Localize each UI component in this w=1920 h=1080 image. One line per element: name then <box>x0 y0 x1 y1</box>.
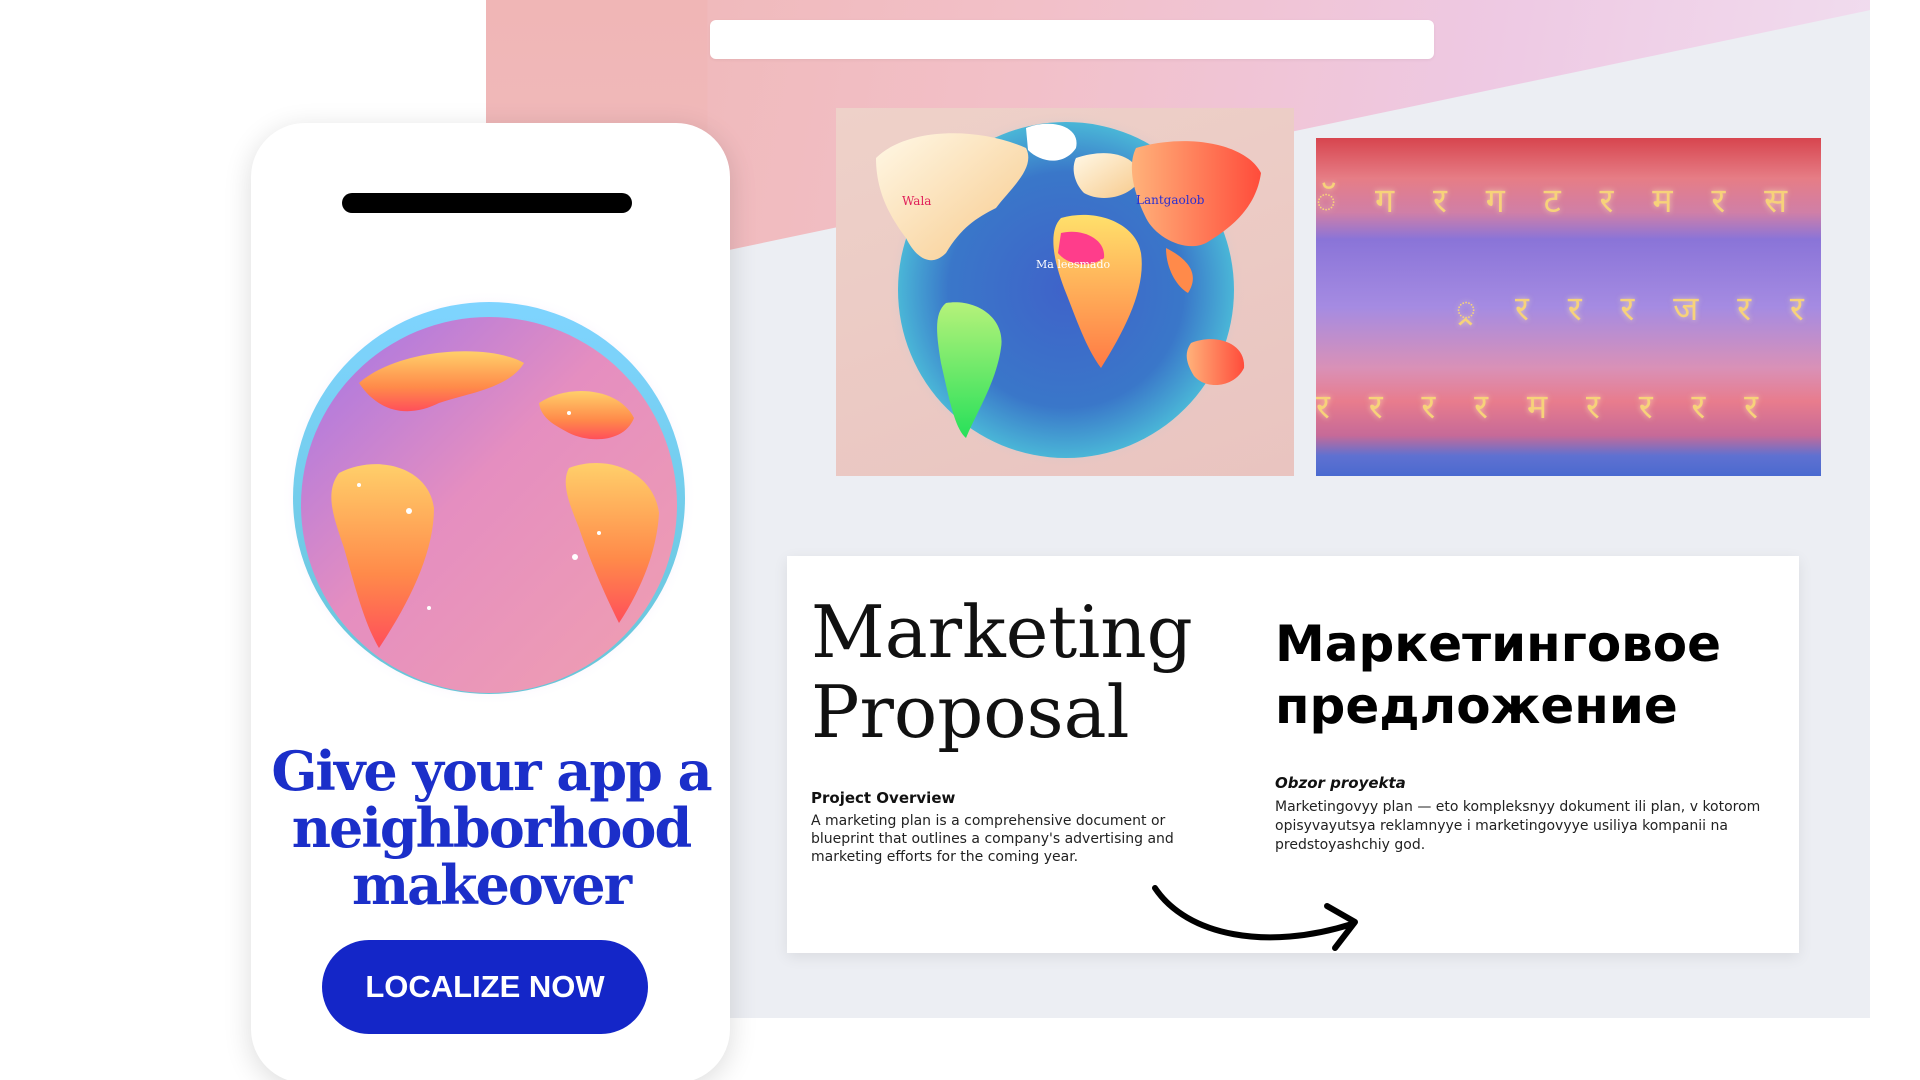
section-heading-translated: Obzor proyekta <box>1275 774 1406 792</box>
curved-arrow-icon <box>1152 885 1358 951</box>
document-title-russian: Маркетинговое предложение <box>1275 615 1722 735</box>
address-bar[interactable] <box>710 20 1434 59</box>
promo-composition: Wala Lantgaolob Ma leesmado ॅ ग र ग ट र … <box>0 0 1920 1080</box>
section-body-english: A marketing plan is a comprehensive docu… <box>811 813 1174 865</box>
world-map-illustration: Wala Lantgaolob Ma leesmado <box>876 112 1261 468</box>
globe-illustration <box>281 293 697 706</box>
marketing-proposal-card: Marketing Proposal Маркетинговое предлож… <box>787 556 1799 953</box>
phone-mockup: Give your app a neighborhood makeover LO… <box>251 123 730 1080</box>
section-heading-english: Project Overview <box>811 789 956 807</box>
localize-now-button[interactable]: LOCALIZE NOW <box>322 940 648 1034</box>
map-label: Wala <box>902 194 931 208</box>
script-glyphs-card: ॅ ग र ग ट र म र स ्र र र र ज र र र र र र… <box>1316 138 1821 476</box>
map-label: Lantgaolob <box>1136 193 1205 207</box>
glyph-row: र र र र म र र र र <box>1316 387 1773 427</box>
glyph-row: ॅ ग र ग ट र म र स <box>1316 181 1802 221</box>
phone-notch <box>342 193 632 213</box>
world-map-card: Wala Lantgaolob Ma leesmado <box>836 108 1294 476</box>
map-label: Ma leesmado <box>1036 258 1111 271</box>
glyph-row: ्र र र र ज र र <box>1456 289 1818 329</box>
section-body-translated: Marketingovyy plan — eto kompleksnyy dok… <box>1275 799 1761 853</box>
phone-headline: Give your app a neighborhood makeover <box>271 739 712 917</box>
document-title-english: Marketing Proposal <box>811 590 1193 754</box>
